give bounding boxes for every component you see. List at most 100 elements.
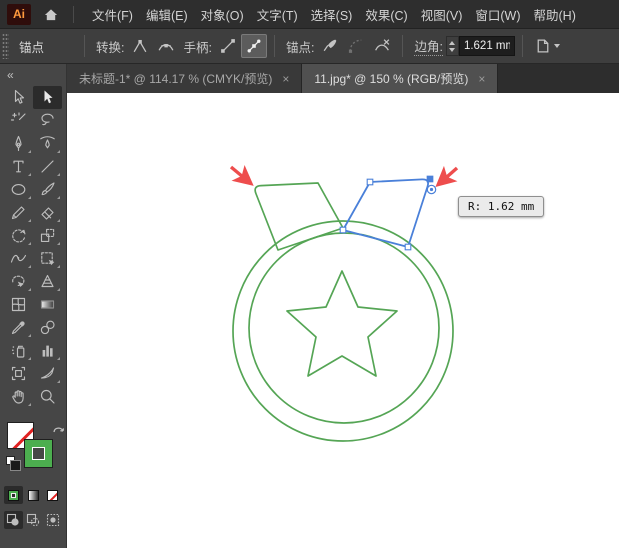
rotate-tool[interactable]	[4, 224, 33, 247]
divider	[73, 6, 74, 23]
show-handles-button[interactable]	[241, 34, 267, 58]
canvas[interactable]: R: 1.62 mm	[67, 93, 619, 548]
width-tool[interactable]	[4, 247, 33, 270]
handles-label: 手柄:	[183, 37, 211, 56]
symbol-sprayer-tool[interactable]	[4, 339, 33, 362]
eyedropper-tool[interactable]	[4, 316, 33, 339]
annotation-arrow-left	[231, 167, 249, 182]
menu-type[interactable]: 文字(T)	[257, 5, 298, 24]
none-button[interactable]	[43, 486, 62, 504]
chevron-down-icon	[554, 44, 560, 48]
context-title: 锚点	[19, 37, 77, 56]
mesh-tool[interactable]	[4, 293, 33, 316]
menu-edit[interactable]: 编辑(E)	[146, 5, 188, 24]
convert-label: 转换:	[96, 37, 124, 56]
column-graph-tool[interactable]	[33, 339, 62, 362]
cut-path-button[interactable]	[369, 34, 395, 58]
convert-to-corner-button[interactable]	[127, 34, 153, 58]
live-corner-widget[interactable]	[427, 185, 435, 193]
blend-tool[interactable]	[33, 316, 62, 339]
scale-tool[interactable]	[33, 224, 62, 247]
divider	[402, 35, 403, 57]
free-transform-tool[interactable]	[33, 247, 62, 270]
right-ribbon-selected-path[interactable]	[343, 179, 428, 247]
anchor-point[interactable]	[367, 179, 373, 185]
hide-handles-button[interactable]	[215, 34, 241, 58]
panel-grip[interactable]	[2, 33, 9, 59]
anchor-point-selected[interactable]	[427, 176, 433, 182]
left-ribbon-path[interactable]	[255, 183, 343, 250]
close-tab-icon[interactable]: ×	[478, 72, 485, 86]
gradient-tool[interactable]	[33, 293, 62, 316]
draw-normal-button[interactable]	[4, 511, 23, 529]
menu-select[interactable]: 选择(S)	[311, 5, 353, 24]
direct-selection-tool[interactable]	[33, 86, 62, 109]
draw-behind-button[interactable]	[24, 511, 43, 529]
divider	[522, 35, 523, 57]
convert-to-smooth-button[interactable]	[153, 34, 179, 58]
line-segment-tool[interactable]	[33, 155, 62, 178]
magic-wand-tool[interactable]	[4, 109, 33, 132]
zoom-tool[interactable]	[33, 385, 62, 408]
pen-tool[interactable]	[4, 132, 33, 155]
menu-help[interactable]: 帮助(H)	[534, 5, 576, 24]
corner-radius-input[interactable]	[459, 36, 515, 56]
menu-view[interactable]: 视图(V)	[421, 5, 463, 24]
menu-file[interactable]: 文件(F)	[92, 5, 133, 24]
corner-stepper[interactable]	[446, 36, 459, 56]
menu-window[interactable]: 窗口(W)	[475, 5, 520, 24]
tab-label: 11.jpg* @ 150 % (RGB/预览)	[314, 70, 468, 87]
paint-style-row	[0, 482, 66, 504]
anchor-point[interactable]	[405, 244, 411, 250]
draw-inside-button[interactable]	[43, 511, 62, 529]
home-icon[interactable]	[43, 7, 59, 22]
menu-effect[interactable]: 效果(C)	[365, 5, 407, 24]
tools-grid	[0, 84, 66, 408]
swap-fill-stroke-icon[interactable]	[52, 423, 65, 436]
pencil-tool[interactable]	[4, 201, 33, 224]
document-tab-bar: 未标题-1* @ 114.17 % (CMYK/预览) × 11.jpg* @ …	[67, 64, 619, 93]
menu-items: 文件(F) 编辑(E) 对象(O) 文字(T) 选择(S) 效果(C) 视图(V…	[92, 5, 576, 24]
illustrator-window: Ai 文件(F) 编辑(E) 对象(O) 文字(T) 选择(S) 效果(C) 视…	[0, 0, 619, 548]
control-bar: 锚点 转换: 手柄: 锚点: 边角:	[0, 29, 619, 64]
hand-tool[interactable]	[4, 385, 33, 408]
tab-untitled-1[interactable]: 未标题-1* @ 114.17 % (CMYK/预览) ×	[67, 64, 302, 93]
gradient-button[interactable]	[24, 486, 43, 504]
fill-stroke-swatches	[0, 422, 67, 482]
stroke-swatch-green[interactable]	[24, 439, 53, 468]
color-button[interactable]	[4, 486, 23, 504]
app-logo-icon[interactable]: Ai	[7, 4, 31, 25]
stroke-swatch-hole	[32, 447, 45, 460]
divider	[274, 35, 275, 57]
annotation-arrow-right	[440, 168, 457, 183]
corner-radius-tooltip: R: 1.62 mm	[458, 196, 544, 217]
shape-builder-tool[interactable]	[4, 270, 33, 293]
tools-panel: «	[0, 64, 67, 548]
lasso-tool[interactable]	[33, 109, 62, 132]
medal-inner-circle[interactable]	[249, 233, 439, 423]
selection-tool[interactable]	[4, 86, 33, 109]
remove-anchor-button[interactable]	[317, 34, 343, 58]
ellipse-tool[interactable]	[4, 178, 33, 201]
perspective-grid-tool[interactable]	[33, 270, 62, 293]
corner-label[interactable]: 边角:	[414, 36, 442, 56]
connect-anchor-button[interactable]	[343, 34, 369, 58]
close-tab-icon[interactable]: ×	[282, 72, 289, 86]
default-swatches-icon[interactable]	[6, 456, 15, 465]
slice-tool[interactable]	[33, 362, 62, 385]
artboard-tool[interactable]	[4, 362, 33, 385]
paintbrush-tool[interactable]	[33, 178, 62, 201]
menu-object[interactable]: 对象(O)	[201, 5, 244, 24]
medal-outer-circle[interactable]	[233, 221, 453, 441]
eraser-tool[interactable]	[33, 201, 62, 224]
star-shape[interactable]	[287, 271, 397, 376]
tab-label: 未标题-1* @ 114.17 % (CMYK/预览)	[79, 70, 272, 87]
anchor-point[interactable]	[340, 227, 346, 233]
more-options-button[interactable]	[530, 34, 564, 58]
anchors-label: 锚点:	[286, 37, 314, 56]
menu-bar: Ai 文件(F) 编辑(E) 对象(O) 文字(T) 选择(S) 效果(C) 视…	[0, 0, 619, 29]
curvature-tool[interactable]	[33, 132, 62, 155]
tab-11-jpg[interactable]: 11.jpg* @ 150 % (RGB/预览) ×	[302, 64, 498, 93]
collapse-panel-button[interactable]: «	[0, 64, 66, 84]
type-tool[interactable]	[4, 155, 33, 178]
